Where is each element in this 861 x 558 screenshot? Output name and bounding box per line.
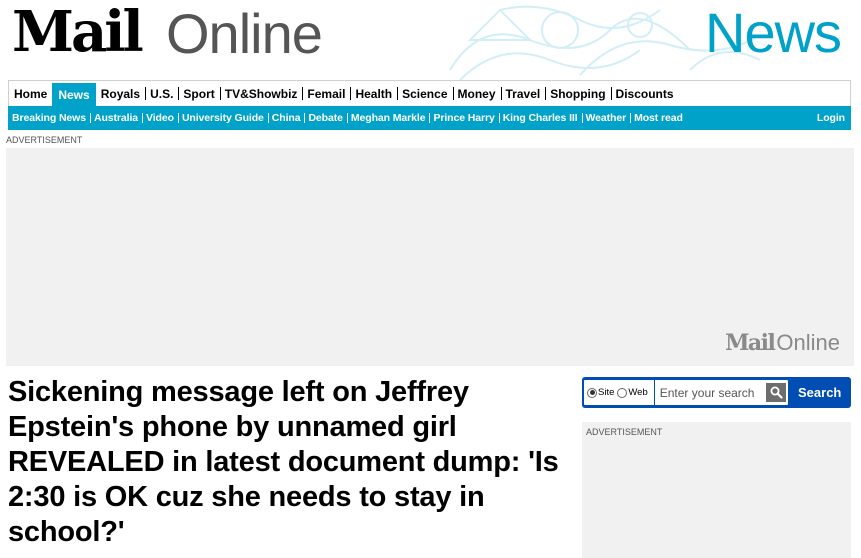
secondary-nav: Breaking News Australia Video University…: [8, 106, 851, 130]
search-icon[interactable]: [766, 383, 786, 402]
subnav-item-video[interactable]: Video: [142, 112, 178, 124]
subnav-item-weather[interactable]: Weather: [581, 112, 631, 124]
nav-item-sport[interactable]: Sport: [178, 81, 219, 106]
search-inner: Site Web: [584, 380, 788, 405]
ad-label: ADVERTISEMENT: [6, 135, 83, 145]
subnav-item-breaking-news[interactable]: Breaking News: [8, 112, 90, 124]
nav-item-travel[interactable]: Travel: [500, 81, 546, 106]
section-title[interactable]: News: [705, 2, 842, 64]
nav-item-home[interactable]: Home: [9, 81, 52, 106]
subnav-item-university-guide[interactable]: University Guide: [177, 112, 268, 124]
radio-web[interactable]: [617, 387, 628, 398]
search-input[interactable]: [654, 385, 765, 400]
ad-sidebar[interactable]: ADVERTISEMENT: [582, 422, 851, 558]
nav-item-royals[interactable]: Royals: [96, 81, 145, 106]
search-button[interactable]: Search: [788, 385, 841, 400]
radio-site[interactable]: [587, 387, 597, 398]
ad-logo-mail: Mail: [725, 330, 776, 356]
search-scope: Site Web: [584, 380, 655, 405]
radio-site-label[interactable]: Site: [598, 387, 614, 398]
primary-nav: Home News Royals U.S. Sport TV&Showbiz F…: [8, 80, 851, 106]
nav-item-shopping[interactable]: Shopping: [545, 81, 610, 106]
article-headline[interactable]: Sickening message left on Jeffrey Epstei…: [8, 375, 568, 550]
masthead: Mail Online News: [0, 0, 861, 80]
nav-item-money[interactable]: Money: [452, 81, 501, 106]
subnav-item-australia[interactable]: Australia: [89, 112, 142, 124]
nav-item-discounts[interactable]: Discounts: [610, 81, 679, 106]
nav-item-health[interactable]: Health: [350, 81, 397, 106]
ad-label: ADVERTISEMENT: [586, 427, 663, 437]
ad-logo-online: Online: [776, 330, 840, 355]
subnav-item-china[interactable]: China: [267, 112, 305, 124]
subnav-item-meghan-markle[interactable]: Meghan Markle: [346, 112, 430, 124]
search-box: Site Web Search: [582, 377, 851, 408]
logo-online[interactable]: Online: [166, 4, 323, 64]
radio-web-label[interactable]: Web: [628, 387, 647, 398]
nav-item-news[interactable]: News: [52, 83, 96, 106]
nav-item-tv-showbiz[interactable]: TV&Showbiz: [219, 81, 303, 106]
nav-item-science[interactable]: Science: [397, 81, 452, 106]
subnav-item-debate[interactable]: Debate: [304, 112, 346, 124]
ad-logo: Mail Online: [725, 330, 840, 356]
login-link[interactable]: Login: [813, 112, 851, 124]
ad-banner[interactable]: Mail Online: [6, 148, 854, 366]
logo-mail[interactable]: Mail: [12, 2, 144, 62]
subnav-item-prince-harry[interactable]: Prince Harry: [429, 112, 498, 124]
nav-item-us[interactable]: U.S.: [145, 81, 178, 106]
subnav-item-king-charles[interactable]: King Charles III: [498, 112, 582, 124]
nav-item-femail[interactable]: Femail: [302, 81, 350, 106]
subnav-item-most-read[interactable]: Most read: [630, 112, 687, 124]
